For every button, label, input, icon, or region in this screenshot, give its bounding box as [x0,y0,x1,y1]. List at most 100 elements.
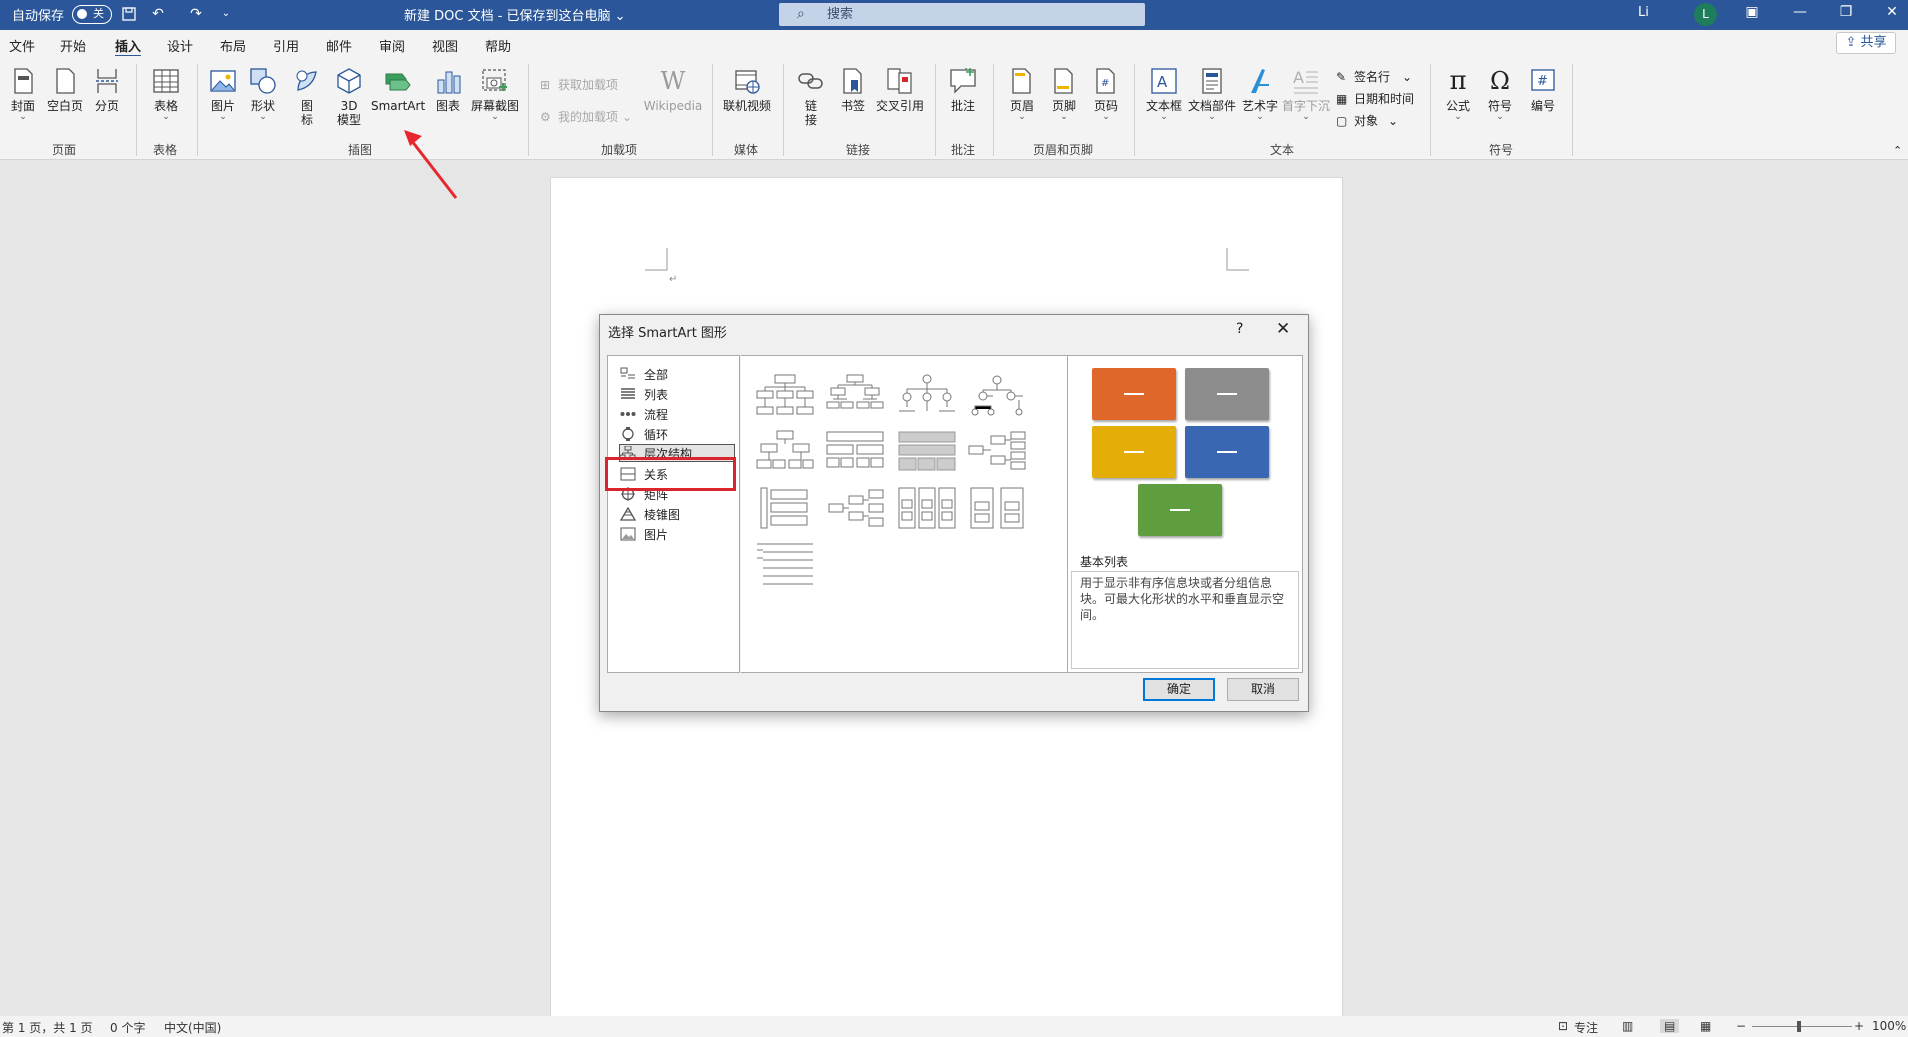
chart-button[interactable]: 图表 [434,66,462,113]
minimize-icon[interactable]: — [1790,4,1810,20]
tab-references[interactable]: 引用 [273,36,299,55]
blank-page-button[interactable]: 空白页 [45,66,85,113]
wikipedia-button[interactable]: W Wikipedia [641,66,705,113]
word-count[interactable]: 0 个字 [110,1019,145,1036]
layout-name-title-org-chart[interactable] [825,374,885,418]
layout-table-hierarchy[interactable] [825,430,885,474]
tab-review[interactable]: 审阅 [379,36,405,55]
cover-page-button[interactable]: 封面 ⌄ [8,66,38,122]
layout-org-chart[interactable] [755,374,815,418]
numbering-button[interactable]: # 编号 [1528,66,1558,113]
autosave[interactable]: 自动保存 关 [12,5,113,24]
redo-icon[interactable]: ↷ [188,6,204,22]
search-input[interactable]: ⌕ 搜索 [779,3,1145,26]
icons-button[interactable]: 图标 [292,66,322,127]
quick-parts-button[interactable]: 文档部件 ⌄ [1186,66,1238,122]
tab-insert[interactable]: 插入 [115,36,142,58]
screenshot-button[interactable]: 屏幕截图 ⌄ [470,66,520,122]
tab-layout[interactable]: 布局 [220,36,246,55]
zoom-slider[interactable] [1752,1026,1852,1027]
page-count[interactable]: 第 1 页，共 1 页 [2,1019,93,1036]
layout-horizontal-org-chart[interactable] [825,486,885,530]
ribbon-display-icon[interactable]: ▣ [1742,4,1762,20]
svg-text:#: # [1101,78,1109,89]
layout-labeled-hierarchy[interactable] [755,430,815,474]
signature-line-button[interactable]: ✎ 签名行 ⌄ [1336,68,1412,85]
restore-icon[interactable]: ❐ [1836,4,1856,20]
undo-icon[interactable]: ↶ [150,6,166,22]
close-icon[interactable]: ✕ [1276,319,1290,339]
drop-cap-button[interactable]: A 首字下沉 ⌄ [1282,66,1330,122]
object-button[interactable]: ▢ 对象 ⌄ [1336,112,1398,129]
date-time-button[interactable]: ▦ 日期和时间 [1336,90,1414,107]
equation-button[interactable]: π 公式 ⌄ [1443,66,1473,122]
textbox-button[interactable]: A 文本框 ⌄ [1144,66,1184,122]
ok-button[interactable]: 确定 [1143,678,1215,701]
collapse-ribbon-icon[interactable]: ⌃ [1893,144,1902,157]
smartart-button[interactable]: SmartArt [371,66,425,113]
zoom-level[interactable]: 100% [1872,1019,1906,1033]
category-cycle[interactable]: 循环 [620,425,735,443]
focus-icon[interactable]: ⊡ [1558,1019,1568,1033]
pi-icon: π [1449,66,1467,96]
online-video-button[interactable]: 联机视频 [721,66,773,113]
symbol-button[interactable]: Ω 符号 ⌄ [1485,66,1515,122]
share-button[interactable]: ⇪ 共享 [1836,32,1896,54]
read-mode-icon[interactable]: ▥ [1622,1019,1633,1033]
category-all[interactable]: 全部 [620,365,735,383]
avatar[interactable]: L [1694,3,1717,26]
customize-qat-icon[interactable]: ⌄ [218,6,234,22]
autosave-toggle[interactable]: 关 [72,5,113,24]
zoom-slider-thumb[interactable] [1797,1021,1801,1032]
category-pyramid[interactable]: 棱锥图 [620,505,735,523]
link-button[interactable]: 链接 [796,66,826,127]
language-indicator[interactable]: 中文(中国) [164,1019,221,1036]
tab-mailings[interactable]: 邮件 [326,36,352,55]
pictures-button[interactable]: 图片 ⌄ [208,66,238,122]
save-icon[interactable] [121,6,137,22]
cross-reference-button[interactable]: 交叉引用 [874,66,926,113]
bookmark-button[interactable]: 书签 [838,66,868,113]
layout-horizontal-hierarchy[interactable] [967,430,1027,474]
zoom-in-icon[interactable]: + [1854,1019,1864,1033]
layout-architecture-layout[interactable] [897,430,957,474]
layout-lined-list-2[interactable] [755,542,815,586]
tab-help[interactable]: 帮助 [485,36,511,55]
print-layout-icon[interactable]: ▤ [1660,1019,1680,1033]
layout-hierarchy-list[interactable] [897,486,957,530]
3d-models-button[interactable]: 3D 模型 [334,66,364,127]
my-addins-button[interactable]: ⚙ 我的加载项 ⌄ [540,108,632,125]
zoom-out-icon[interactable]: − [1736,1019,1746,1033]
layout-lined-list[interactable] [967,486,1027,530]
layout-hierarchy-circles[interactable] [967,374,1027,418]
tab-view[interactable]: 视图 [432,36,458,55]
tab-design[interactable]: 设计 [167,36,193,55]
web-layout-icon[interactable]: ▦ [1700,1019,1711,1033]
help-icon[interactable]: ? [1236,321,1243,337]
category-picture[interactable]: 图片 [620,525,735,543]
category-process[interactable]: 流程 [620,405,735,423]
focus-label[interactable]: 专注 [1574,1019,1598,1036]
user-name[interactable]: Li [1638,5,1649,20]
document-title[interactable]: 新建 DOC 文档 - 已保存到这台电脑 ⌄ [404,5,626,24]
header-button[interactable]: 页眉 ⌄ [1007,66,1037,122]
page-break-button[interactable]: 分页 [92,66,122,113]
preview-description: 用于显示非有序信息块或者分组信息块。可最大化形状的水平和垂直显示空间。 [1071,571,1299,669]
wordart-button[interactable]: 艺术字 ⌄ [1240,66,1280,122]
comment-button[interactable]: 批注 [948,66,978,113]
cancel-button[interactable]: 取消 [1227,678,1299,701]
close-window-icon[interactable]: ✕ [1882,4,1902,20]
layout-horizontal-labeled-hierarchy[interactable] [755,486,815,530]
tab-file[interactable]: 文件 [9,36,35,55]
table-button[interactable]: 表格 ⌄ [148,66,184,122]
page-number-button[interactable]: # 页码 ⌄ [1091,66,1121,122]
shapes-button[interactable]: 形状 ⌄ [248,66,278,122]
category-list-type[interactable]: 列表 [620,385,735,403]
calendar-icon: ▦ [1336,91,1348,106]
layout-circle-picture-hierarchy[interactable] [897,374,957,418]
get-addins-button[interactable]: ⊞ 获取加载项 [540,76,618,93]
title-bar: 自动保存 关 ↶ ↷ ⌄ 新建 DOC 文档 - 已保存到这台电脑 ⌄ ⌕ 搜索… [0,0,1908,30]
group-separator [712,64,713,156]
footer-button[interactable]: 页脚 ⌄ [1049,66,1079,122]
tab-home[interactable]: 开始 [60,36,86,55]
